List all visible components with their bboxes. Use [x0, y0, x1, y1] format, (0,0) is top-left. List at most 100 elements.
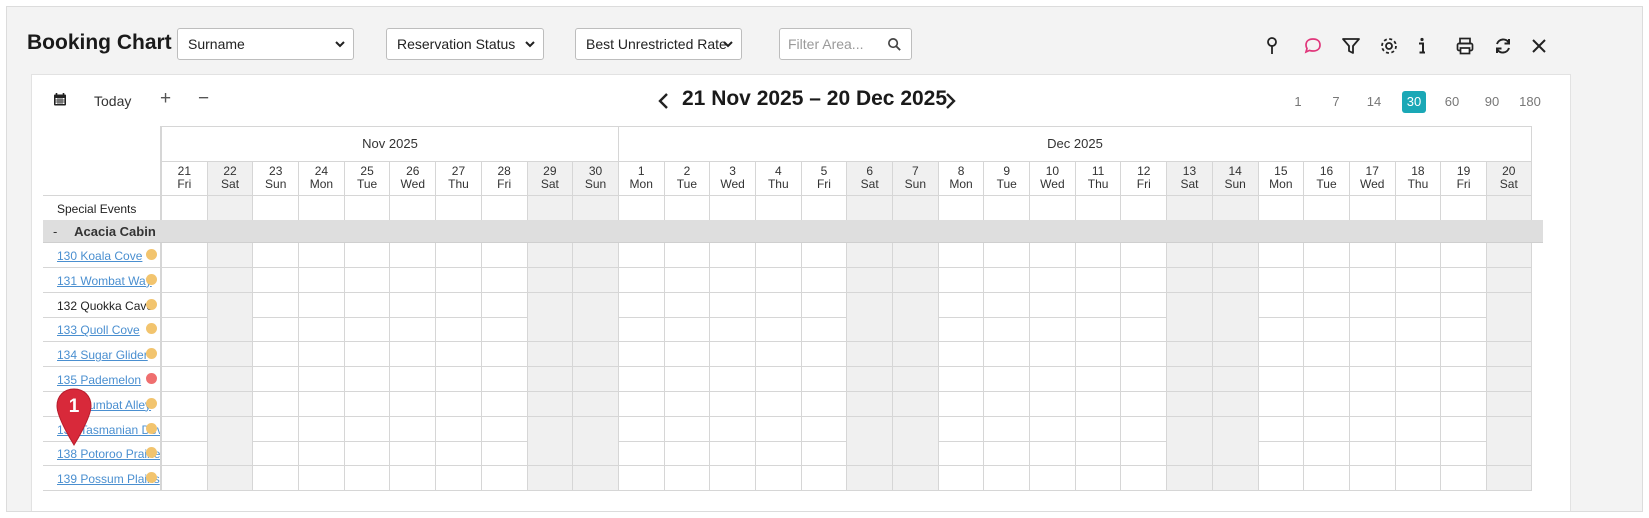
booking-cell[interactable]	[1211, 317, 1258, 343]
booking-cell[interactable]	[754, 292, 801, 318]
booking-cell[interactable]	[754, 267, 801, 293]
booking-cell[interactable]	[1485, 317, 1532, 343]
booking-cell[interactable]	[754, 441, 801, 467]
booking-cell[interactable]	[892, 342, 938, 368]
zoom-out-button[interactable]: −	[198, 88, 209, 110]
special-event-cell[interactable]	[1120, 196, 1167, 221]
booking-cell[interactable]	[892, 317, 938, 343]
booking-cell[interactable]	[1440, 391, 1486, 417]
booking-cell[interactable]	[389, 441, 436, 467]
booking-cell[interactable]	[1029, 466, 1075, 492]
booking-cell[interactable]	[572, 267, 618, 293]
booking-cell[interactable]	[800, 441, 847, 467]
booking-cell[interactable]	[800, 317, 847, 343]
booking-cell[interactable]	[1303, 342, 1349, 368]
booking-cell[interactable]	[1440, 367, 1486, 392]
booking-cell[interactable]	[480, 342, 527, 368]
booking-cell[interactable]	[1211, 466, 1258, 492]
booking-cell[interactable]	[1394, 317, 1441, 343]
special-event-cell[interactable]	[389, 196, 436, 221]
booking-cell[interactable]	[1440, 441, 1486, 467]
booking-cell[interactable]	[617, 317, 664, 343]
booking-cell[interactable]	[617, 441, 664, 467]
booking-cell[interactable]	[709, 416, 755, 442]
booking-cell[interactable]	[1029, 342, 1075, 368]
booking-cell[interactable]	[161, 317, 207, 343]
booking-cell[interactable]	[1485, 342, 1532, 368]
message-icon[interactable]	[1302, 35, 1324, 57]
booking-cell[interactable]	[572, 466, 618, 492]
booking-cell[interactable]	[389, 342, 436, 368]
booking-cell[interactable]	[1348, 367, 1395, 392]
refresh-icon[interactable]	[1492, 35, 1514, 57]
booking-cell[interactable]	[892, 466, 938, 492]
booking-cell[interactable]	[572, 391, 618, 417]
booking-cell[interactable]	[1440, 243, 1486, 268]
booking-cell[interactable]	[343, 292, 390, 318]
booking-cell[interactable]	[709, 317, 755, 343]
booking-cell[interactable]	[1303, 441, 1349, 467]
booking-cell[interactable]	[1074, 391, 1121, 417]
booking-cell[interactable]	[892, 267, 938, 293]
booking-cell[interactable]	[298, 416, 344, 442]
room-name-link[interactable]: 135 Pademelon	[57, 373, 141, 387]
booking-cell[interactable]	[709, 342, 755, 368]
booking-cell[interactable]	[1303, 243, 1349, 268]
booking-cell[interactable]	[1120, 391, 1167, 417]
booking-cell[interactable]	[937, 367, 984, 392]
booking-cell[interactable]	[1211, 267, 1258, 293]
booking-cell[interactable]	[846, 342, 892, 368]
booking-cell[interactable]	[526, 342, 573, 368]
booking-cell[interactable]	[1440, 317, 1486, 343]
special-event-cell[interactable]	[252, 196, 299, 221]
booking-cell[interactable]	[1394, 292, 1441, 318]
rate-select[interactable]: Best Unrestricted Rate	[575, 28, 742, 60]
booking-cell[interactable]	[161, 441, 207, 467]
booking-cell[interactable]	[983, 317, 1030, 343]
booking-cell[interactable]	[983, 243, 1030, 268]
booking-cell[interactable]	[1257, 243, 1304, 268]
booking-cell[interactable]	[1074, 292, 1121, 318]
booking-cell[interactable]	[161, 243, 207, 268]
booking-cell[interactable]	[846, 416, 892, 442]
booking-cell[interactable]	[1120, 466, 1167, 492]
booking-cell[interactable]	[343, 243, 390, 268]
special-event-cell[interactable]	[1166, 196, 1212, 221]
room-name-link[interactable]: 130 Koala Cove	[57, 249, 142, 263]
booking-cell[interactable]	[206, 292, 253, 318]
info-icon[interactable]	[1411, 35, 1433, 57]
special-event-cell[interactable]	[663, 196, 710, 221]
booking-cell[interactable]	[1394, 416, 1441, 442]
booking-cell[interactable]	[480, 441, 527, 467]
booking-cell[interactable]	[572, 243, 618, 268]
booking-cell[interactable]	[937, 391, 984, 417]
booking-cell[interactable]	[709, 243, 755, 268]
print-icon[interactable]	[1454, 35, 1476, 57]
booking-cell[interactable]	[983, 292, 1030, 318]
booking-cell[interactable]	[846, 292, 892, 318]
special-event-cell[interactable]	[206, 196, 253, 221]
chevron-right-icon[interactable]	[942, 92, 958, 110]
booking-cell[interactable]	[343, 416, 390, 442]
booking-cell[interactable]	[754, 416, 801, 442]
booking-cell[interactable]	[983, 391, 1030, 417]
booking-cell[interactable]	[1074, 466, 1121, 492]
booking-cell[interactable]	[617, 391, 664, 417]
booking-cell[interactable]	[252, 317, 299, 343]
booking-cell[interactable]	[161, 292, 207, 318]
booking-cell[interactable]	[252, 243, 299, 268]
booking-cell[interactable]	[1211, 292, 1258, 318]
booking-cell[interactable]	[617, 466, 664, 492]
room-name-link[interactable]: 134 Sugar Glider	[57, 348, 148, 362]
booking-cell[interactable]	[937, 292, 984, 318]
booking-cell[interactable]	[892, 416, 938, 442]
close-icon[interactable]	[1528, 35, 1550, 57]
booking-cell[interactable]	[1348, 243, 1395, 268]
booking-cell[interactable]	[1394, 342, 1441, 368]
booking-cell[interactable]	[1120, 367, 1167, 392]
booking-cell[interactable]	[937, 466, 984, 492]
booking-cell[interactable]	[526, 367, 573, 392]
special-event-cell[interactable]	[1394, 196, 1441, 221]
booking-cell[interactable]	[343, 466, 390, 492]
zoom-option-90[interactable]: 90	[1480, 91, 1504, 113]
